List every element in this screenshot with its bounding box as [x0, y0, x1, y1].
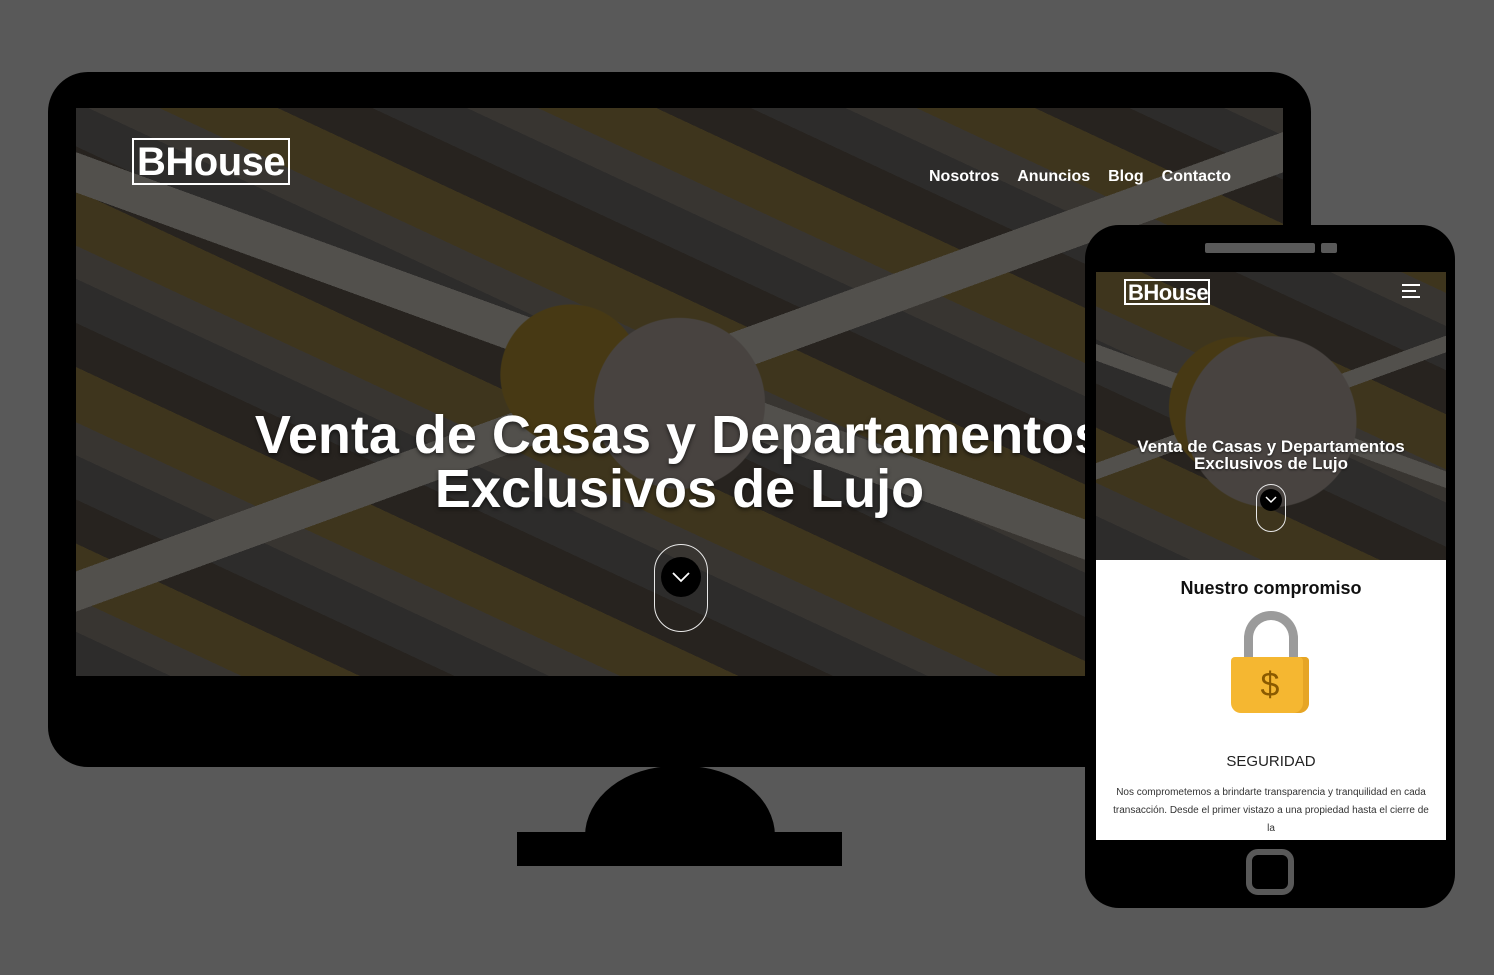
mobile-screen: BHouse Venta de Casas y Departamentos Ex…	[1096, 272, 1446, 840]
mobile-hero-title: Venta de Casas y Departamentos Exclusivo…	[1096, 438, 1446, 472]
dollar-icon: $	[1260, 665, 1280, 704]
phone-camera	[1321, 243, 1337, 253]
mobile-scroll-down-pill[interactable]	[1256, 484, 1286, 532]
hamburger-menu-icon[interactable]	[1402, 284, 1420, 302]
mobile-hero-line-2: Exclusivos de Lujo	[1194, 454, 1348, 473]
scroll-down-button[interactable]	[661, 557, 701, 597]
chevron-down-icon	[1265, 496, 1277, 504]
monitor-stand-neck	[585, 766, 775, 836]
lock-body: $	[1231, 657, 1309, 713]
nav-item-blog[interactable]: Blog	[1108, 168, 1144, 186]
mobile-hero: BHouse Venta de Casas y Departamentos Ex…	[1096, 272, 1446, 560]
nav-item-nosotros[interactable]: Nosotros	[929, 168, 999, 186]
mobile-phone: BHouse Venta de Casas y Departamentos Ex…	[1085, 225, 1455, 908]
phone-home-button[interactable]	[1246, 849, 1294, 895]
chevron-down-icon	[672, 572, 690, 583]
nav-item-anuncios[interactable]: Anuncios	[1017, 168, 1090, 186]
mobile-logo[interactable]: BHouse	[1124, 279, 1210, 305]
feature-text: Nos comprometemos a brindarte transparen…	[1113, 787, 1429, 834]
phone-speaker	[1205, 243, 1315, 253]
scroll-down-pill[interactable]	[654, 544, 708, 632]
desktop-nav: Nosotros Anuncios Blog Contacto	[929, 168, 1231, 186]
nav-item-contacto[interactable]: Contacto	[1162, 168, 1231, 186]
lock-icon: $	[1231, 611, 1311, 717]
section-title: Nuestro compromiso	[1180, 578, 1362, 598]
monitor-stand-base	[517, 832, 842, 866]
mobile-scroll-down-button[interactable]	[1260, 489, 1282, 511]
feature-caption: SEGURIDAD	[1226, 753, 1316, 770]
commitment-section: Nuestro compromiso $ SEGURIDAD Nos compr…	[1096, 560, 1446, 840]
mobile-hero-line-1: Venta de Casas y Departamentos	[1137, 437, 1405, 456]
desktop-logo[interactable]: BHouse	[132, 138, 290, 185]
